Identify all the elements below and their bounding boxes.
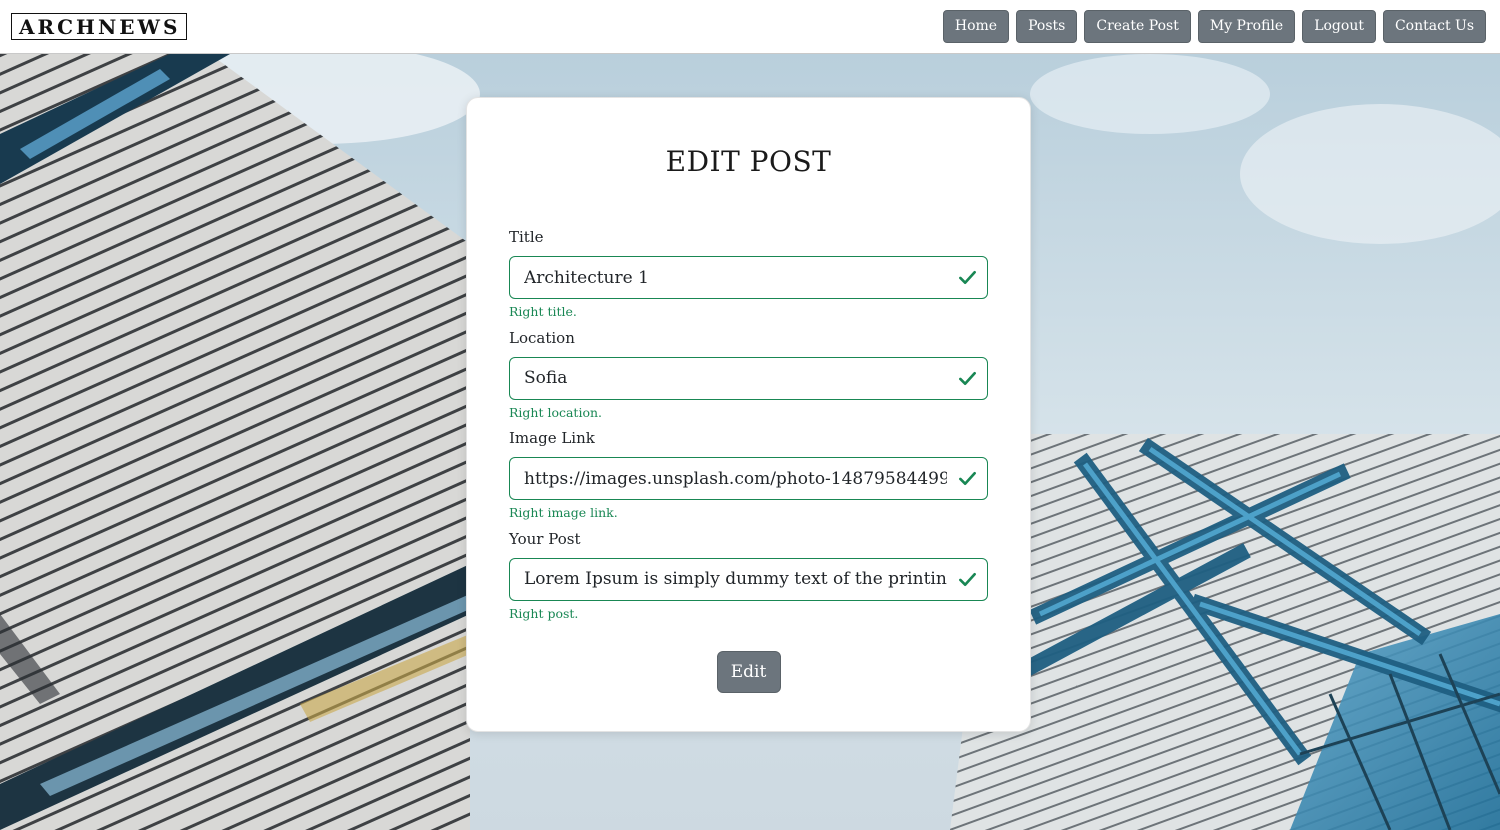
image-link-input-wrapper — [509, 457, 988, 500]
title-field-group: Title Right title. — [509, 227, 988, 328]
check-icon — [959, 572, 976, 586]
title-valid-feedback: Right title. — [509, 304, 577, 319]
edit-post-form: Title Right title. Location Right locati… — [509, 227, 988, 629]
post-label: Your Post — [509, 529, 581, 548]
image-link-valid-feedback: Right image link. — [509, 505, 618, 520]
nav-create-post-button[interactable]: Create Post — [1084, 10, 1191, 43]
top-navbar: ARCHNEWS Home Posts Create Post My Profi… — [0, 0, 1500, 54]
location-valid-feedback: Right location. — [509, 404, 603, 420]
nav-logout-button[interactable]: Logout — [1302, 10, 1376, 43]
post-input-wrapper — [509, 557, 988, 601]
edit-submit-button[interactable]: Edit — [716, 651, 781, 693]
title-input-wrapper — [509, 256, 988, 299]
post-valid-feedback: Right post. — [509, 605, 579, 621]
location-input[interactable] — [510, 357, 987, 399]
nav-posts-button[interactable]: Posts — [1016, 10, 1078, 43]
submit-row: Edit — [509, 651, 988, 693]
image-link-field-group: Image Link Right image link. — [509, 428, 988, 529]
title-input[interactable] — [510, 257, 987, 298]
nav-home-button[interactable]: Home — [942, 10, 1010, 43]
page-title: EDIT POST — [665, 145, 832, 178]
image-link-input[interactable] — [510, 458, 987, 499]
check-icon — [959, 270, 976, 285]
edit-post-card: EDIT POST Title Right title. Location Ri… — [466, 97, 1031, 732]
post-field-group: Your Post Right post. — [509, 529, 988, 630]
site-logo[interactable]: ARCHNEWS — [11, 13, 188, 40]
check-icon — [959, 471, 976, 486]
check-icon — [959, 371, 976, 385]
image-link-label: Image Link — [509, 429, 595, 447]
location-input-wrapper — [509, 356, 988, 400]
nav-contact-us-button[interactable]: Contact Us — [1382, 10, 1486, 43]
title-label: Title — [509, 228, 544, 246]
post-input[interactable] — [510, 558, 987, 600]
main-nav: Home Posts Create Post My Profile Logout… — [942, 10, 1486, 43]
location-field-group: Location Right location. — [509, 328, 988, 429]
location-label: Location — [509, 328, 575, 347]
nav-my-profile-button[interactable]: My Profile — [1197, 10, 1296, 43]
